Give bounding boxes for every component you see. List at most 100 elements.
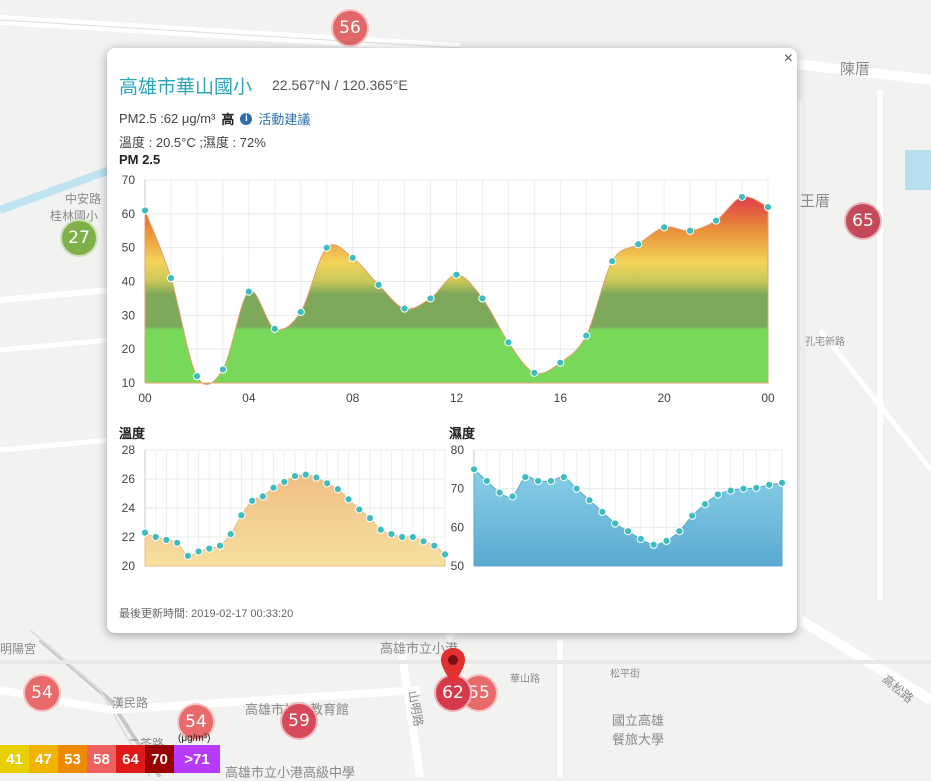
data-point: [700, 500, 710, 509]
legend-cell: 70: [145, 745, 174, 773]
map-label: 陳厝: [840, 60, 871, 78]
data-point: [452, 270, 461, 279]
location-pin-icon[interactable]: [441, 648, 465, 684]
station-coordinates: 22.567°N / 120.365°E: [272, 77, 408, 93]
data-point: [333, 485, 342, 494]
data-point: [726, 486, 735, 495]
aqi-marker[interactable]: 27: [60, 219, 98, 257]
activity-advice-link[interactable]: 活動建議: [258, 109, 310, 128]
y-tick-label: 40: [122, 275, 136, 289]
data-point: [374, 280, 383, 289]
data-point: [521, 472, 530, 482]
data-point: [376, 525, 385, 534]
data-point: [504, 338, 513, 347]
map-label: 國立高雄餐旅大學: [612, 714, 665, 748]
data-point: [662, 536, 671, 545]
map-label: 華山路: [510, 674, 540, 685]
x-tick-label: 00: [761, 391, 775, 405]
data-point: [140, 528, 150, 537]
data-point: [355, 505, 364, 514]
data-point: [623, 527, 633, 536]
map-label: 孔宅新路: [805, 337, 845, 348]
data-point: [508, 492, 517, 501]
data-point: [482, 476, 491, 486]
pm-value: PM2.5 :62 μg/m³: [119, 111, 216, 126]
data-point: [737, 192, 747, 202]
data-point: [192, 372, 202, 381]
data-point: [763, 202, 773, 212]
data-point: [166, 274, 176, 283]
data-point: [280, 477, 289, 487]
y-tick-label: 50: [122, 241, 136, 255]
data-point: [387, 530, 396, 539]
map-label: 漢民路: [112, 696, 149, 710]
data-point: [194, 547, 203, 556]
data-point: [636, 534, 645, 544]
y-tick-label: 30: [122, 308, 136, 322]
info-icon[interactable]: i: [240, 112, 253, 125]
data-point: [572, 484, 581, 493]
data-point: [660, 223, 669, 232]
data-point: [688, 511, 697, 520]
data-point: [218, 365, 227, 374]
data-point: [430, 541, 439, 550]
data-point: [675, 527, 684, 536]
data-point: [244, 287, 253, 296]
data-point: [226, 530, 235, 539]
data-point: [301, 470, 310, 479]
y-tick-label: 70: [451, 482, 465, 496]
data-point: [752, 483, 761, 492]
data-point: [173, 538, 182, 547]
pm25-chart: 10 20 30 40 50 60 70 00 04 08 12 16 20 00: [122, 173, 775, 405]
legend-unit: (μg/m³): [178, 733, 211, 744]
x-tick-label: 20: [657, 391, 671, 405]
data-point: [711, 216, 721, 225]
data-point: [582, 331, 591, 340]
data-point: [248, 496, 257, 505]
aqi-marker[interactable]: 56: [331, 9, 369, 47]
data-point: [162, 535, 171, 545]
pm-summary: PM2.5 :62 μg/m³ 高 i 活動建議: [119, 109, 310, 128]
x-tick-label: 04: [242, 391, 256, 405]
data-point: [530, 368, 539, 377]
y-tick-label: 60: [122, 207, 136, 221]
data-point: [478, 294, 487, 303]
aqi-marker[interactable]: 65: [844, 202, 882, 240]
data-point: [348, 253, 357, 262]
aqi-marker[interactable]: 59: [280, 702, 318, 740]
data-point: [649, 540, 658, 549]
data-point: [205, 544, 214, 553]
close-icon[interactable]: ×: [784, 50, 793, 68]
map-label: 高雄市立小港高級中學: [225, 766, 356, 781]
data-point: [269, 483, 278, 492]
map-label: 王厝: [800, 192, 831, 210]
map-label: 松平街: [610, 669, 640, 680]
station-title: 高雄市華山國小: [119, 77, 253, 98]
data-point: [608, 257, 617, 266]
data-point: [365, 514, 375, 523]
data-point: [408, 532, 417, 542]
x-tick-label: 12: [450, 391, 464, 405]
pm25-chart-title: PM 2.5: [119, 152, 161, 167]
data-point: [777, 478, 787, 487]
y-tick-label: 22: [122, 530, 136, 544]
data-point: [634, 240, 643, 249]
map-label: 中安路: [65, 192, 102, 206]
y-tick-label: 24: [122, 501, 136, 515]
data-point: [426, 294, 435, 303]
x-tick-label: 00: [138, 391, 152, 405]
aqi-marker[interactable]: 54: [23, 674, 61, 712]
x-tick-label: 08: [346, 391, 360, 405]
legend-cell: 58: [87, 745, 116, 773]
data-point: [237, 511, 246, 520]
legend-cell: 64: [116, 745, 145, 773]
data-point: [400, 304, 409, 313]
y-tick-label: 26: [122, 472, 136, 486]
station-popup: × 高雄市華山國小 22.567°N / 120.365°E PM2.5 :62…: [107, 48, 797, 633]
data-point: [534, 476, 543, 486]
y-tick-label: 20: [122, 342, 136, 356]
y-tick-label: 10: [122, 376, 136, 390]
y-tick-label: 50: [451, 559, 465, 573]
data-point: [765, 480, 774, 489]
data-point: [290, 472, 300, 481]
